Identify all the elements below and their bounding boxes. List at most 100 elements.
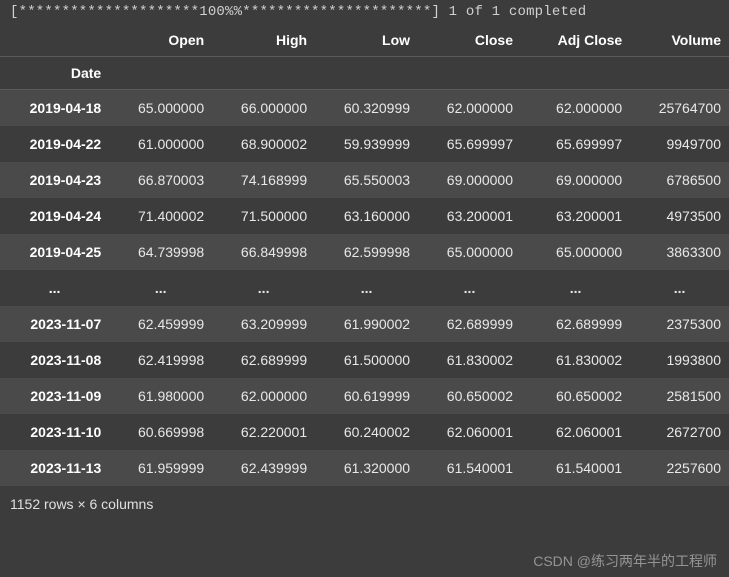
cell-open: 65.000000: [109, 90, 212, 127]
cell-low: 61.500000: [315, 342, 418, 378]
row-date: 2019-04-24: [0, 198, 109, 234]
cell-high: 71.500000: [212, 198, 315, 234]
cell-close: 62.060001: [418, 414, 521, 450]
header-open: Open: [109, 24, 212, 57]
row-date: 2019-04-22: [0, 126, 109, 162]
cell-low: 59.939999: [315, 126, 418, 162]
watermark: CSDN @练习两年半的工程师: [533, 551, 717, 571]
cell-close: 63.200001: [418, 198, 521, 234]
cell-low: 65.550003: [315, 162, 418, 198]
cell-close: 61.540001: [418, 450, 521, 486]
table-row: 2023-11-08 62.419998 62.689999 61.500000…: [0, 342, 729, 378]
row-date: 2023-11-07: [0, 306, 109, 342]
cell-high: 74.168999: [212, 162, 315, 198]
cell-close: 62.000000: [418, 90, 521, 127]
cell-low: 60.320999: [315, 90, 418, 127]
cell-adj: 69.000000: [521, 162, 630, 198]
cell-adj: 62.689999: [521, 306, 630, 342]
row-date: 2019-04-18: [0, 90, 109, 127]
cell-vol: 4973500: [630, 198, 729, 234]
cell-close: 69.000000: [418, 162, 521, 198]
header-high: High: [212, 24, 315, 57]
cell-adj: 62.060001: [521, 414, 630, 450]
cell-open: 62.459999: [109, 306, 212, 342]
cell-vol: 1993800: [630, 342, 729, 378]
cell-open: 61.000000: [109, 126, 212, 162]
cell-low: 61.320000: [315, 450, 418, 486]
cell-adj: 63.200001: [521, 198, 630, 234]
cell-low: 63.160000: [315, 198, 418, 234]
ellipsis-cell: ...: [0, 270, 109, 306]
cell-close: 60.650002: [418, 378, 521, 414]
cell-low: 60.619999: [315, 378, 418, 414]
row-date: 2023-11-13: [0, 450, 109, 486]
ellipsis-row: ... ... ... ... ... ... ...: [0, 270, 729, 306]
cell-open: 71.400002: [109, 198, 212, 234]
header-adj: Adj Close: [521, 24, 630, 57]
table-row: 2019-04-24 71.400002 71.500000 63.160000…: [0, 198, 729, 234]
row-date: 2019-04-23: [0, 162, 109, 198]
shape-text: 1152 rows × 6 columns: [0, 486, 729, 522]
table-row: 2023-11-10 60.669998 62.220001 60.240002…: [0, 414, 729, 450]
cell-vol: 2375300: [630, 306, 729, 342]
cell-adj: 62.000000: [521, 90, 630, 127]
table-row: 2023-11-09 61.980000 62.000000 60.619999…: [0, 378, 729, 414]
cell-adj: 61.540001: [521, 450, 630, 486]
cell-adj: 61.830002: [521, 342, 630, 378]
cell-open: 64.739998: [109, 234, 212, 270]
ellipsis-cell: ...: [212, 270, 315, 306]
header-low: Low: [315, 24, 418, 57]
table-row: 2019-04-22 61.000000 68.900002 59.939999…: [0, 126, 729, 162]
cell-adj: 60.650002: [521, 378, 630, 414]
ellipsis-cell: ...: [630, 270, 729, 306]
cell-high: 62.220001: [212, 414, 315, 450]
row-date: 2023-11-10: [0, 414, 109, 450]
cell-open: 61.980000: [109, 378, 212, 414]
cell-adj: 65.699997: [521, 126, 630, 162]
cell-close: 65.000000: [418, 234, 521, 270]
cell-open: 60.669998: [109, 414, 212, 450]
cell-low: 62.599998: [315, 234, 418, 270]
table-row: 2019-04-18 65.000000 66.000000 60.320999…: [0, 90, 729, 127]
cell-open: 66.870003: [109, 162, 212, 198]
dataframe-table: Open High Low Close Adj Close Volume Dat…: [0, 24, 729, 486]
progress-line: [*********************100%%*************…: [0, 0, 729, 24]
header-vol: Volume: [630, 24, 729, 57]
cell-vol: 6786500: [630, 162, 729, 198]
ellipsis-cell: ...: [109, 270, 212, 306]
cell-high: 68.900002: [212, 126, 315, 162]
cell-vol: 2672700: [630, 414, 729, 450]
index-name: Date: [0, 57, 109, 90]
ellipsis-cell: ...: [521, 270, 630, 306]
cell-high: 66.849998: [212, 234, 315, 270]
cell-vol: 2257600: [630, 450, 729, 486]
row-date: 2023-11-08: [0, 342, 109, 378]
cell-open: 62.419998: [109, 342, 212, 378]
table-row: 2019-04-25 64.739998 66.849998 62.599998…: [0, 234, 729, 270]
cell-high: 62.439999: [212, 450, 315, 486]
cell-low: 60.240002: [315, 414, 418, 450]
column-header-row: Open High Low Close Adj Close Volume: [0, 24, 729, 57]
cell-close: 62.689999: [418, 306, 521, 342]
cell-high: 62.689999: [212, 342, 315, 378]
cell-low: 61.990002: [315, 306, 418, 342]
row-date: 2019-04-25: [0, 234, 109, 270]
table-row: 2023-11-13 61.959999 62.439999 61.320000…: [0, 450, 729, 486]
header-blank: [0, 24, 109, 57]
table-row: 2019-04-23 66.870003 74.168999 65.550003…: [0, 162, 729, 198]
cell-high: 66.000000: [212, 90, 315, 127]
cell-high: 63.209999: [212, 306, 315, 342]
index-name-row: Date: [0, 57, 729, 90]
cell-close: 65.699997: [418, 126, 521, 162]
ellipsis-cell: ...: [418, 270, 521, 306]
cell-vol: 9949700: [630, 126, 729, 162]
table-row: 2023-11-07 62.459999 63.209999 61.990002…: [0, 306, 729, 342]
cell-adj: 65.000000: [521, 234, 630, 270]
cell-vol: 3863300: [630, 234, 729, 270]
cell-vol: 2581500: [630, 378, 729, 414]
cell-close: 61.830002: [418, 342, 521, 378]
cell-open: 61.959999: [109, 450, 212, 486]
cell-high: 62.000000: [212, 378, 315, 414]
cell-vol: 25764700: [630, 90, 729, 127]
ellipsis-cell: ...: [315, 270, 418, 306]
